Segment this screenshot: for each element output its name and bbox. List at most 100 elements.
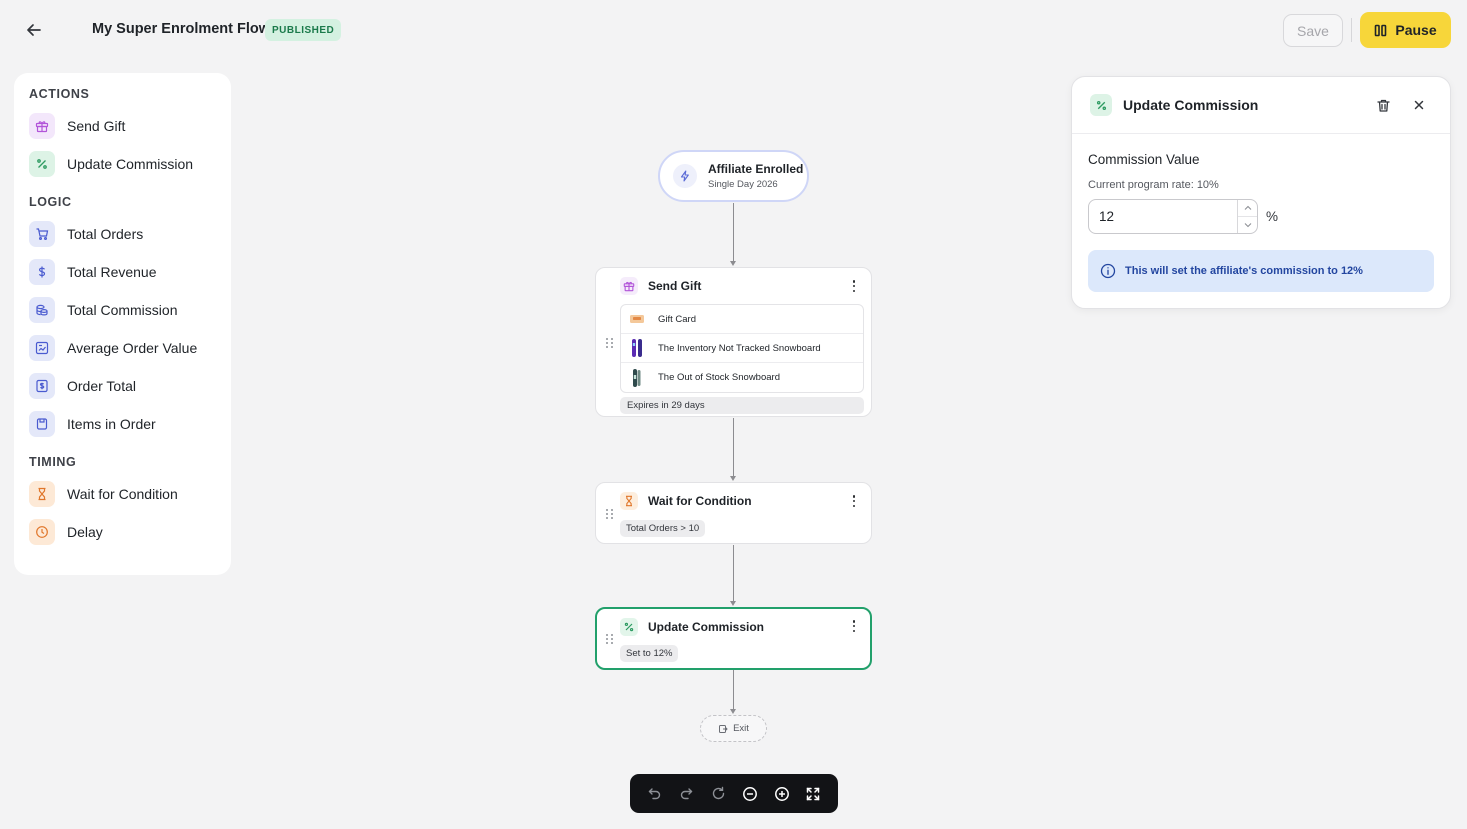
edge-trigger-to-gift bbox=[733, 203, 734, 261]
edge-arrow bbox=[730, 476, 736, 481]
palette-item-delay[interactable]: Delay bbox=[29, 513, 216, 551]
hourglass-icon bbox=[620, 492, 638, 510]
fit-view-button[interactable] bbox=[800, 781, 826, 807]
percent-icon bbox=[620, 617, 638, 636]
hourglass-icon bbox=[29, 481, 55, 507]
pause-label: Pause bbox=[1395, 22, 1437, 38]
palette-item-label: Wait for Condition bbox=[67, 486, 178, 502]
gift-item-label: The Out of Stock Snowboard bbox=[658, 372, 780, 383]
more-options-icon[interactable] bbox=[851, 495, 857, 507]
gift-icon bbox=[620, 277, 638, 295]
trigger-node[interactable]: Affiliate Enrolled Single Day 2026 bbox=[658, 150, 809, 202]
edge-update-to-exit bbox=[733, 670, 734, 710]
drag-handle[interactable] bbox=[606, 338, 613, 348]
info-icon bbox=[1100, 263, 1116, 279]
palette-item-label: Total Commission bbox=[67, 302, 178, 318]
exit-node[interactable]: Exit bbox=[700, 715, 767, 742]
palette-item-update-commission[interactable]: Update Commission bbox=[29, 145, 216, 183]
commission-value-input[interactable] bbox=[1089, 201, 1229, 232]
save-button[interactable]: Save bbox=[1283, 14, 1343, 47]
palette-item-wait-for-condition[interactable]: Wait for Condition bbox=[29, 475, 216, 513]
more-options-icon[interactable] bbox=[851, 280, 857, 292]
zoom-in-icon bbox=[774, 786, 789, 801]
number-spinner bbox=[1237, 200, 1257, 233]
field-label: Commission Value bbox=[1088, 152, 1200, 167]
update-commission-node[interactable]: Update Commission Set to 12% bbox=[595, 607, 872, 670]
reset-layout-button[interactable] bbox=[705, 781, 731, 807]
percent-suffix: % bbox=[1266, 209, 1279, 224]
palette-item-label: Delay bbox=[67, 524, 103, 540]
section-title-logic: LOGIC bbox=[29, 195, 72, 209]
trigger-subtitle: Single Day 2026 bbox=[708, 179, 778, 190]
node-title: Wait for Condition bbox=[648, 494, 752, 508]
palette-item-label: Items in Order bbox=[67, 416, 156, 432]
node-palette-sidebar: ACTIONS Send Gift Update Commission LOGI… bbox=[14, 73, 231, 575]
clock-icon bbox=[29, 519, 55, 545]
info-text: This will set the affiliate's commission… bbox=[1125, 265, 1363, 277]
exit-icon bbox=[719, 724, 728, 733]
palette-item-label: Order Total bbox=[67, 378, 136, 394]
edge-arrow bbox=[730, 709, 736, 714]
panel-title: Update Commission bbox=[1123, 97, 1259, 113]
send-gift-node[interactable]: Send Gift Gift Card The Inventory Not Tr… bbox=[595, 267, 872, 417]
back-button[interactable] bbox=[22, 18, 46, 42]
undo-button[interactable] bbox=[642, 781, 668, 807]
delete-node-button[interactable] bbox=[1374, 96, 1392, 114]
gift-item-label: The Inventory Not Tracked Snowboard bbox=[658, 342, 821, 354]
palette-item-order-total[interactable]: Order Total bbox=[29, 367, 216, 405]
gift-icon bbox=[29, 113, 55, 139]
dollar-icon bbox=[29, 259, 55, 285]
node-title: Send Gift bbox=[648, 279, 702, 293]
redo-icon bbox=[680, 788, 693, 800]
palette-item-label: Update Commission bbox=[67, 156, 194, 172]
chevron-down-icon bbox=[1244, 223, 1251, 228]
undo-icon bbox=[649, 788, 661, 800]
palette-item-label: Average Order Value bbox=[67, 340, 198, 356]
zoom-in-button[interactable] bbox=[769, 781, 795, 807]
palette-item-average-order-value[interactable]: Average Order Value bbox=[29, 329, 216, 367]
gift-item: The Inventory Not Tracked Snowboard bbox=[621, 334, 863, 363]
chevron-up-icon bbox=[1244, 205, 1251, 210]
gift-card-thumbnail bbox=[628, 309, 646, 329]
decrement-button[interactable] bbox=[1238, 216, 1257, 233]
pause-button[interactable]: Pause bbox=[1360, 12, 1451, 48]
palette-item-total-orders[interactable]: Total Orders bbox=[29, 215, 216, 253]
trash-icon bbox=[1376, 99, 1390, 112]
increment-button[interactable] bbox=[1238, 200, 1257, 216]
snowboard-thumbnail bbox=[628, 338, 646, 358]
chart-icon bbox=[29, 335, 55, 361]
palette-item-label: Total Orders bbox=[67, 226, 144, 242]
gift-list: Gift Card The Inventory Not Tracked Snow… bbox=[620, 304, 864, 393]
node-title: Update Commission bbox=[648, 619, 765, 634]
commission-summary-chip: Set to 12% bbox=[620, 645, 679, 662]
more-options-icon[interactable] bbox=[851, 620, 857, 632]
palette-item-items-in-order[interactable]: Items in Order bbox=[29, 405, 216, 443]
edge-gift-to-wait bbox=[733, 418, 734, 476]
refresh-icon bbox=[712, 786, 724, 800]
percent-icon bbox=[1090, 94, 1112, 116]
gift-item: The Out of Stock Snowboard bbox=[621, 363, 863, 392]
expiry-chip: Expires in 29 days bbox=[620, 397, 864, 414]
zoom-out-button[interactable] bbox=[737, 781, 763, 807]
close-panel-button[interactable] bbox=[1410, 96, 1428, 114]
coins-icon bbox=[29, 297, 55, 323]
edge-wait-to-update bbox=[733, 545, 734, 602]
arrow-left-icon bbox=[27, 24, 41, 36]
wait-for-condition-node[interactable]: Wait for Condition Total Orders > 10 bbox=[595, 482, 872, 544]
condition-chip: Total Orders > 10 bbox=[620, 520, 706, 537]
zoom-out-icon bbox=[742, 786, 757, 801]
expand-icon bbox=[806, 787, 820, 800]
flow-title: My Super Enrolment Flow bbox=[92, 21, 271, 37]
field-help-text: Current program rate: 10% bbox=[1088, 179, 1219, 191]
edge-arrow bbox=[730, 261, 736, 266]
exit-label: Exit bbox=[733, 723, 749, 734]
palette-item-total-commission[interactable]: Total Commission bbox=[29, 291, 216, 329]
redo-button[interactable] bbox=[673, 781, 699, 807]
palette-item-total-revenue[interactable]: Total Revenue bbox=[29, 253, 216, 291]
canvas-toolbar bbox=[630, 774, 838, 813]
cart-icon bbox=[29, 221, 55, 247]
box-icon bbox=[29, 411, 55, 437]
palette-item-send-gift[interactable]: Send Gift bbox=[29, 107, 216, 145]
header-divider bbox=[1351, 18, 1352, 42]
percent-icon bbox=[29, 151, 55, 177]
